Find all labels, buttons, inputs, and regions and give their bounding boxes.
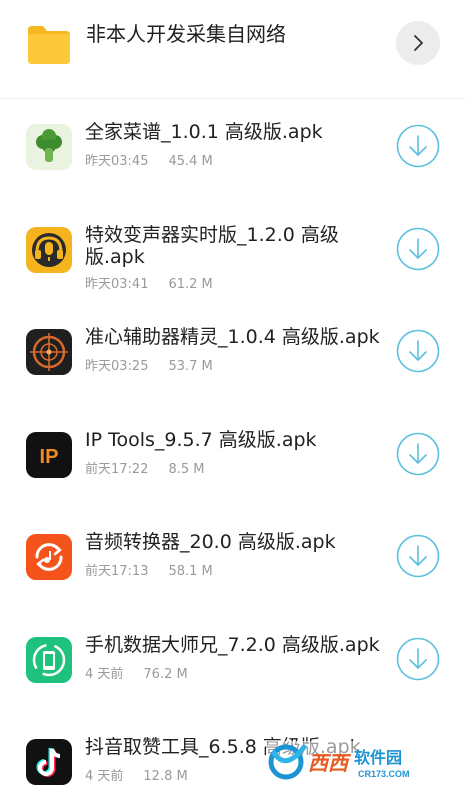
phone-sync-icon — [26, 637, 72, 683]
file-name: 全家菜谱_1.0.1 高级版.apk — [85, 121, 323, 143]
folder-icon — [26, 22, 72, 66]
file-name: IP Tools_9.5.7 高级版.apk — [85, 429, 317, 451]
file-meta: 昨天03:41 61.2 M — [85, 273, 213, 292]
file-size: 53.7 M — [168, 359, 213, 374]
file-name: 准心辅助器精灵_1.0.4 高级版.apk — [85, 326, 380, 348]
file-meta: 昨天03:45 45.4 M — [85, 150, 213, 169]
broccoli-icon — [26, 124, 72, 170]
tiktok-icon — [26, 739, 72, 785]
file-meta: 前天17:22 8.5 M — [85, 458, 205, 477]
file-name: 手机数据大师兄_7.2.0 高级版.apk — [85, 634, 380, 656]
file-row[interactable]: 手机数据大师兄_7.2.0 高级版.apk 4 天前 76.2 M — [0, 625, 466, 728]
file-meta: 前天17:13 58.1 M — [85, 560, 213, 579]
file-row[interactable]: 全家菜谱_1.0.1 高级版.apk 昨天03:45 45.4 M — [0, 112, 466, 215]
file-meta: 4 天前 76.2 M — [85, 663, 188, 682]
file-time: 4 天前 — [85, 667, 124, 682]
file-size: 61.2 M — [168, 277, 213, 292]
svg-text:IP: IP — [40, 446, 59, 468]
folder-name: 非本人开发采集自网络 — [86, 22, 286, 46]
file-row[interactable]: IP IP Tools_9.5.7 高级版.apk 前天17:22 8.5 M — [0, 420, 466, 523]
chevron-right-icon — [414, 35, 423, 51]
svg-text:软件园: 软件园 — [354, 748, 402, 767]
file-time: 昨天03:41 — [85, 277, 149, 292]
download-icon — [396, 432, 440, 476]
file-name: 特效变声器实时版_1.2.0 高级版.apk — [85, 224, 339, 268]
svg-text:西西: 西西 — [308, 751, 352, 775]
file-time: 4 天前 — [85, 769, 124, 784]
ip-tools-icon: IP — [26, 432, 72, 478]
file-size: 76.2 M — [143, 667, 188, 682]
file-row[interactable]: 准心辅助器精灵_1.0.4 高级版.apk 昨天03:25 53.7 M — [0, 317, 466, 420]
file-time: 前天17:13 — [85, 564, 149, 579]
folder-open-button[interactable] — [396, 21, 440, 65]
download-icon — [396, 637, 440, 681]
file-row[interactable]: 特效变声器实时版_1.2.0 高级版.apk 昨天03:41 61.2 M — [0, 215, 466, 318]
file-size: 45.4 M — [168, 154, 213, 169]
file-row[interactable]: 音频转换器_20.0 高级版.apk 前天17:13 58.1 M — [0, 522, 466, 625]
audio-convert-icon — [26, 534, 72, 580]
download-button[interactable] — [396, 432, 440, 476]
file-meta: 4 天前 12.8 M — [85, 765, 188, 784]
download-icon — [396, 227, 440, 271]
folder-row[interactable]: 非本人开发采集自网络 — [0, 0, 466, 99]
file-size: 58.1 M — [168, 564, 213, 579]
file-time: 昨天03:45 — [85, 154, 149, 169]
download-button[interactable] — [396, 227, 440, 271]
file-time: 昨天03:25 — [85, 359, 149, 374]
download-icon — [396, 534, 440, 578]
crosshair-icon — [26, 329, 72, 375]
site-watermark: 西西 软件园 CR173.COM — [266, 741, 446, 783]
svg-text:CR173.COM: CR173.COM — [358, 769, 410, 779]
download-button[interactable] — [396, 329, 440, 373]
download-button[interactable] — [396, 124, 440, 168]
file-size: 12.8 M — [143, 769, 188, 784]
file-name: 音频转换器_20.0 高级版.apk — [85, 531, 336, 553]
download-button[interactable] — [396, 637, 440, 681]
file-time: 前天17:22 — [85, 462, 149, 477]
file-meta: 昨天03:25 53.7 M — [85, 355, 213, 374]
headphone-mic-icon — [26, 227, 72, 273]
download-icon — [396, 124, 440, 168]
download-button[interactable] — [396, 534, 440, 578]
download-icon — [396, 329, 440, 373]
file-size: 8.5 M — [168, 462, 205, 477]
